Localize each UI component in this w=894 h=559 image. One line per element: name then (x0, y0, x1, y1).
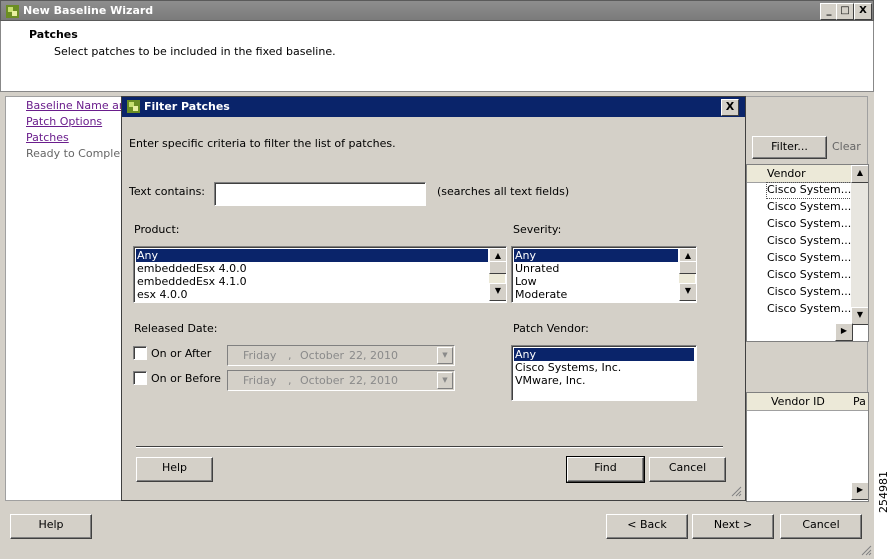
nav-item-patch-options[interactable]: Patch Options (26, 115, 102, 128)
list-item[interactable]: Unrated (514, 262, 678, 275)
chevron-down-icon[interactable]: ▼ (437, 347, 453, 364)
search-hint-text: (searches all text fields) (437, 185, 570, 198)
scroll-up-icon[interactable]: ▲ (851, 165, 868, 183)
window-title: New Baseline Wizard (23, 4, 154, 17)
table-row[interactable]: Cisco System... (767, 285, 851, 298)
scroll-right-icon[interactable]: ▶ (835, 323, 853, 341)
dialog-help-button[interactable]: Help (136, 457, 213, 482)
severity-listbox[interactable]: Any Unrated Low Moderate ▲ ▼ (511, 246, 697, 303)
grid-header: Vendor (747, 165, 868, 183)
detail-grid-header: Vendor ID Pa (747, 393, 868, 411)
table-row[interactable]: Cisco System... (767, 302, 851, 315)
instructions-text: Enter specific criteria to filter the li… (129, 137, 396, 150)
filter-patches-dialog: Filter Patches X Enter specific criteria… (121, 96, 746, 501)
vendor-column-header[interactable]: Vendor (767, 167, 806, 180)
chevron-down-icon[interactable]: ▼ (437, 372, 453, 389)
dialog-title-bar: Filter Patches X (122, 97, 745, 117)
product-label: Product: (134, 223, 180, 236)
list-item[interactable]: VMware, Inc. (514, 374, 694, 387)
date-separator: , (288, 374, 292, 387)
wizard-icon (6, 5, 19, 18)
scroll-right-icon[interactable]: ▶ (851, 482, 868, 500)
product-listbox[interactable]: Any embeddedEsx 4.0.0 embeddedEsx 4.1.0 … (133, 246, 507, 303)
vendor-id-column-header[interactable]: Vendor ID (771, 395, 825, 408)
date-month: October (300, 349, 345, 362)
table-row[interactable]: Cisco System... (766, 182, 852, 199)
product-scrollbar[interactable]: ▲ ▼ (489, 248, 506, 301)
maximize-button[interactable]: □ (836, 3, 854, 20)
scroll-down-icon[interactable]: ▼ (679, 283, 696, 301)
dialog-title: Filter Patches (144, 100, 230, 113)
nav-item-ready-to-complete: Ready to Complete (26, 147, 132, 160)
table-row[interactable]: Cisco System... (767, 268, 851, 281)
table-row[interactable]: Cisco System... (767, 234, 851, 247)
scroll-down-icon[interactable]: ▼ (851, 307, 868, 325)
close-window-button[interactable]: X (854, 3, 872, 20)
dialog-separator (136, 446, 723, 448)
back-button[interactable]: < Back (606, 514, 688, 539)
date-day: Friday (243, 374, 277, 387)
on-or-after-checkbox[interactable] (133, 346, 147, 360)
filter-button[interactable]: Filter... (752, 136, 827, 159)
on-or-before-label: On or Before (151, 372, 221, 385)
help-button[interactable]: Help (10, 514, 92, 539)
table-row[interactable]: Cisco System... (767, 251, 851, 264)
wizard-header: Patches Select patches to be included in… (0, 21, 874, 91)
on-or-after-date-picker[interactable]: Friday , October 22, 2010 ▼ (227, 345, 455, 366)
patch-detail-grid: Vendor ID Pa ▶ (746, 392, 869, 502)
patch-vendor-listbox[interactable]: Any Cisco Systems, Inc. VMware, Inc. (511, 345, 697, 401)
pa-column-header[interactable]: Pa (853, 395, 866, 408)
dialog-cancel-button[interactable]: Cancel (649, 457, 726, 482)
list-item[interactable]: Low (514, 275, 678, 288)
list-item[interactable]: embeddedEsx 4.1.0 (136, 275, 488, 288)
figure-id: 254981 (877, 471, 890, 513)
scroll-thumb[interactable] (489, 261, 506, 274)
list-item[interactable]: esx 4.0.0 (136, 288, 488, 301)
on-or-after-label: On or After (151, 347, 212, 360)
date-separator: , (288, 349, 292, 362)
page-subtitle: Select patches to be included in the fix… (54, 45, 336, 58)
cancel-button[interactable]: Cancel (780, 514, 862, 539)
dialog-close-button[interactable]: X (721, 99, 739, 116)
list-item[interactable]: Any (136, 249, 488, 262)
patch-vendor-label: Patch Vendor: (513, 322, 589, 335)
list-item[interactable]: Moderate (514, 288, 678, 301)
on-or-before-checkbox[interactable] (133, 371, 147, 385)
next-button[interactable]: Next > (692, 514, 774, 539)
date-day-year: 22, 2010 (349, 374, 398, 387)
list-item[interactable]: embeddedEsx 4.0.0 (136, 262, 488, 275)
date-month: October (300, 374, 345, 387)
grid-vertical-scrollbar[interactable]: ▲ ▼ (851, 165, 868, 325)
date-day: Friday (243, 349, 277, 362)
wizard-nav: Baseline Name and Patch Options Patches … (5, 96, 133, 501)
released-date-label: Released Date: (134, 322, 218, 335)
on-or-before-date-picker[interactable]: Friday , October 22, 2010 ▼ (227, 370, 455, 391)
scroll-thumb[interactable] (679, 261, 696, 274)
text-contains-input[interactable] (214, 182, 426, 206)
severity-label: Severity: (513, 223, 562, 236)
patch-list-panel: Filter... Clear Vendor Cisco System... C… (744, 96, 869, 502)
table-row[interactable]: Cisco System... (767, 217, 851, 230)
filter-icon (127, 100, 140, 113)
list-item[interactable]: Cisco Systems, Inc. (514, 361, 694, 374)
list-item[interactable]: Any (514, 249, 678, 262)
resize-grip-icon[interactable] (860, 544, 872, 556)
page-title: Patches (29, 28, 78, 41)
window-title-bar: New Baseline Wizard _ □ X (0, 0, 874, 21)
nav-item-patches[interactable]: Patches (26, 131, 69, 144)
text-contains-label: Text contains: (129, 185, 206, 198)
find-button[interactable]: Find (566, 456, 645, 483)
severity-scrollbar[interactable]: ▲ ▼ (679, 248, 696, 301)
clear-link[interactable]: Clear (832, 140, 861, 153)
list-item[interactable]: Any (514, 348, 694, 361)
date-day-year: 22, 2010 (349, 349, 398, 362)
nav-item-baseline-name[interactable]: Baseline Name and (26, 99, 133, 112)
scroll-down-icon[interactable]: ▼ (489, 283, 506, 301)
resize-grip-icon[interactable] (730, 485, 742, 497)
table-row[interactable]: Cisco System... (767, 200, 851, 213)
patch-grid: Vendor Cisco System... Cisco System... C… (746, 164, 869, 342)
